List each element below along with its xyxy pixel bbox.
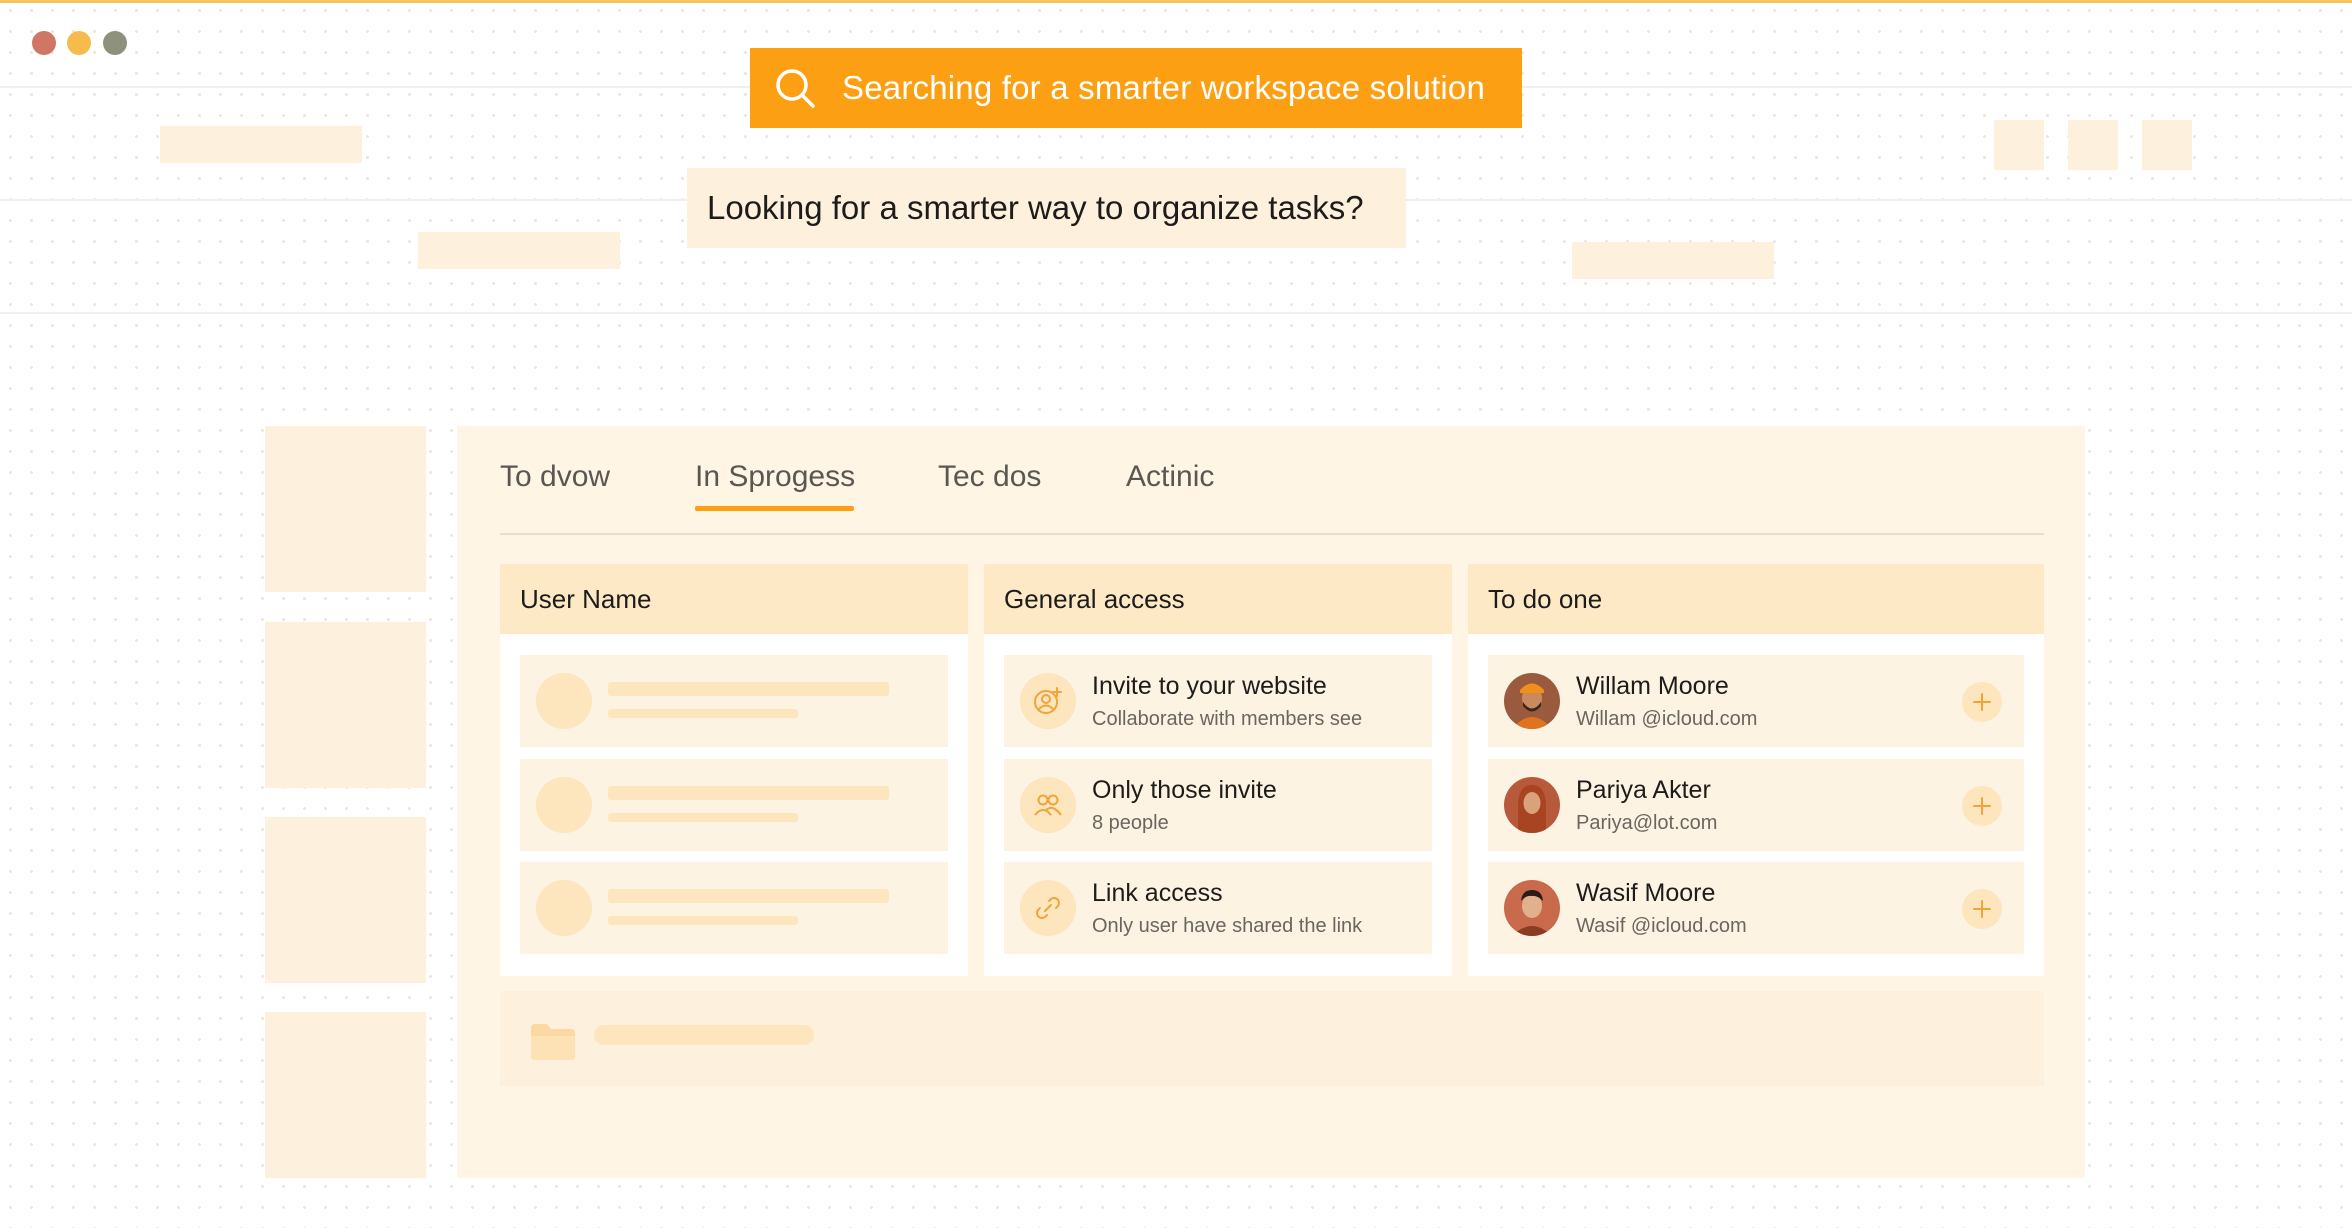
skeleton-line [608, 916, 798, 925]
person-email: Willam @icloud.com [1576, 708, 1758, 730]
skeleton-line [608, 813, 798, 822]
person-email: Pariya@lot.com [1576, 812, 1718, 834]
placeholder-square [2142, 120, 2192, 170]
avatar [1504, 777, 1560, 833]
placeholder-square [1994, 120, 2044, 170]
skeleton-line [608, 682, 889, 696]
column-header: User Name [500, 564, 968, 634]
option-subtitle: Collaborate with members see [1092, 708, 1363, 730]
column-header: To do one [1468, 564, 2044, 634]
access-option-link[interactable]: Link access Only user have shared the li… [1004, 862, 1432, 954]
user-plus-icon [1020, 673, 1076, 729]
skeleton-row [520, 862, 948, 954]
folder-icon [531, 1024, 575, 1060]
placeholder-square [2068, 120, 2118, 170]
skeleton-line [608, 709, 798, 718]
window-minimize-button[interactable] [67, 31, 91, 55]
search-icon [776, 69, 815, 108]
skeleton-row [520, 655, 948, 747]
person-row: Pariya Akter Pariya@lot.com [1488, 759, 2024, 851]
tab-in-sprogess[interactable]: In Sprogess [695, 460, 855, 510]
placeholder-block [418, 232, 620, 269]
add-person-button[interactable] [1962, 786, 2002, 826]
avatar [1504, 880, 1560, 936]
option-subtitle: Only user have shared the link [1092, 915, 1363, 937]
search-bar[interactable]: Searching for a smarter workspace soluti… [750, 48, 1522, 128]
sidebar-placeholder [265, 1012, 426, 1178]
active-tab-indicator [695, 506, 854, 511]
placeholder-block [160, 126, 362, 163]
option-title: Invite to your website [1092, 672, 1327, 700]
sidebar-placeholder [265, 622, 426, 788]
tabs-divider [500, 533, 2044, 535]
option-title: Only those invite [1092, 776, 1277, 804]
person-email: Wasif @icloud.com [1576, 915, 1747, 937]
column-header: General access [984, 564, 1452, 634]
top-accent-line [0, 0, 2352, 3]
window-close-button[interactable] [32, 31, 56, 55]
person-row: Willam Moore Willam @icloud.com [1488, 655, 2024, 747]
skeleton-line [608, 889, 889, 903]
user-name-card: User Name [500, 564, 968, 976]
add-person-button[interactable] [1962, 889, 2002, 929]
option-subtitle: 8 people [1092, 812, 1169, 834]
sidebar-placeholder [265, 426, 426, 592]
sidebar-placeholder [265, 817, 426, 983]
access-option-invite[interactable]: Invite to your website Collaborate with … [1004, 655, 1432, 747]
folder-bar [500, 991, 2044, 1086]
person-name: Wasif Moore [1576, 879, 1716, 907]
skeleton-avatar [536, 880, 592, 936]
todo-card: To do one Willam Moore Willam @icloud.co… [1468, 564, 2044, 976]
prompt-bubble: Looking for a smarter way to organize ta… [687, 168, 1406, 248]
person-name: Willam Moore [1576, 672, 1729, 700]
tab-to-dvow[interactable]: To dvow [500, 460, 610, 510]
skeleton-avatar [536, 777, 592, 833]
search-query-text: Searching for a smarter workspace soluti… [842, 69, 1486, 106]
person-name: Pariya Akter [1576, 776, 1711, 804]
avatar [1504, 673, 1560, 729]
skeleton-line [608, 786, 889, 800]
link-icon [1020, 880, 1076, 936]
access-option-invite-only[interactable]: Only those invite 8 people [1004, 759, 1432, 851]
general-access-card: General access Invite to your website Co… [984, 564, 1452, 976]
skeleton-line [594, 1025, 814, 1045]
plus-icon [1973, 693, 1991, 711]
users-icon [1020, 777, 1076, 833]
window-maximize-button[interactable] [103, 31, 127, 55]
option-title: Link access [1092, 879, 1223, 907]
placeholder-block [1572, 242, 1774, 279]
add-person-button[interactable] [1962, 682, 2002, 722]
skeleton-avatar [536, 673, 592, 729]
person-row: Wasif Moore Wasif @icloud.com [1488, 862, 2024, 954]
skeleton-row [520, 759, 948, 851]
tab-tec-dos[interactable]: Tec dos [938, 460, 1041, 510]
plus-icon [1973, 900, 1991, 918]
tab-actinic[interactable]: Actinic [1126, 460, 1214, 510]
divider-line [0, 312, 2352, 314]
plus-icon [1973, 797, 1991, 815]
